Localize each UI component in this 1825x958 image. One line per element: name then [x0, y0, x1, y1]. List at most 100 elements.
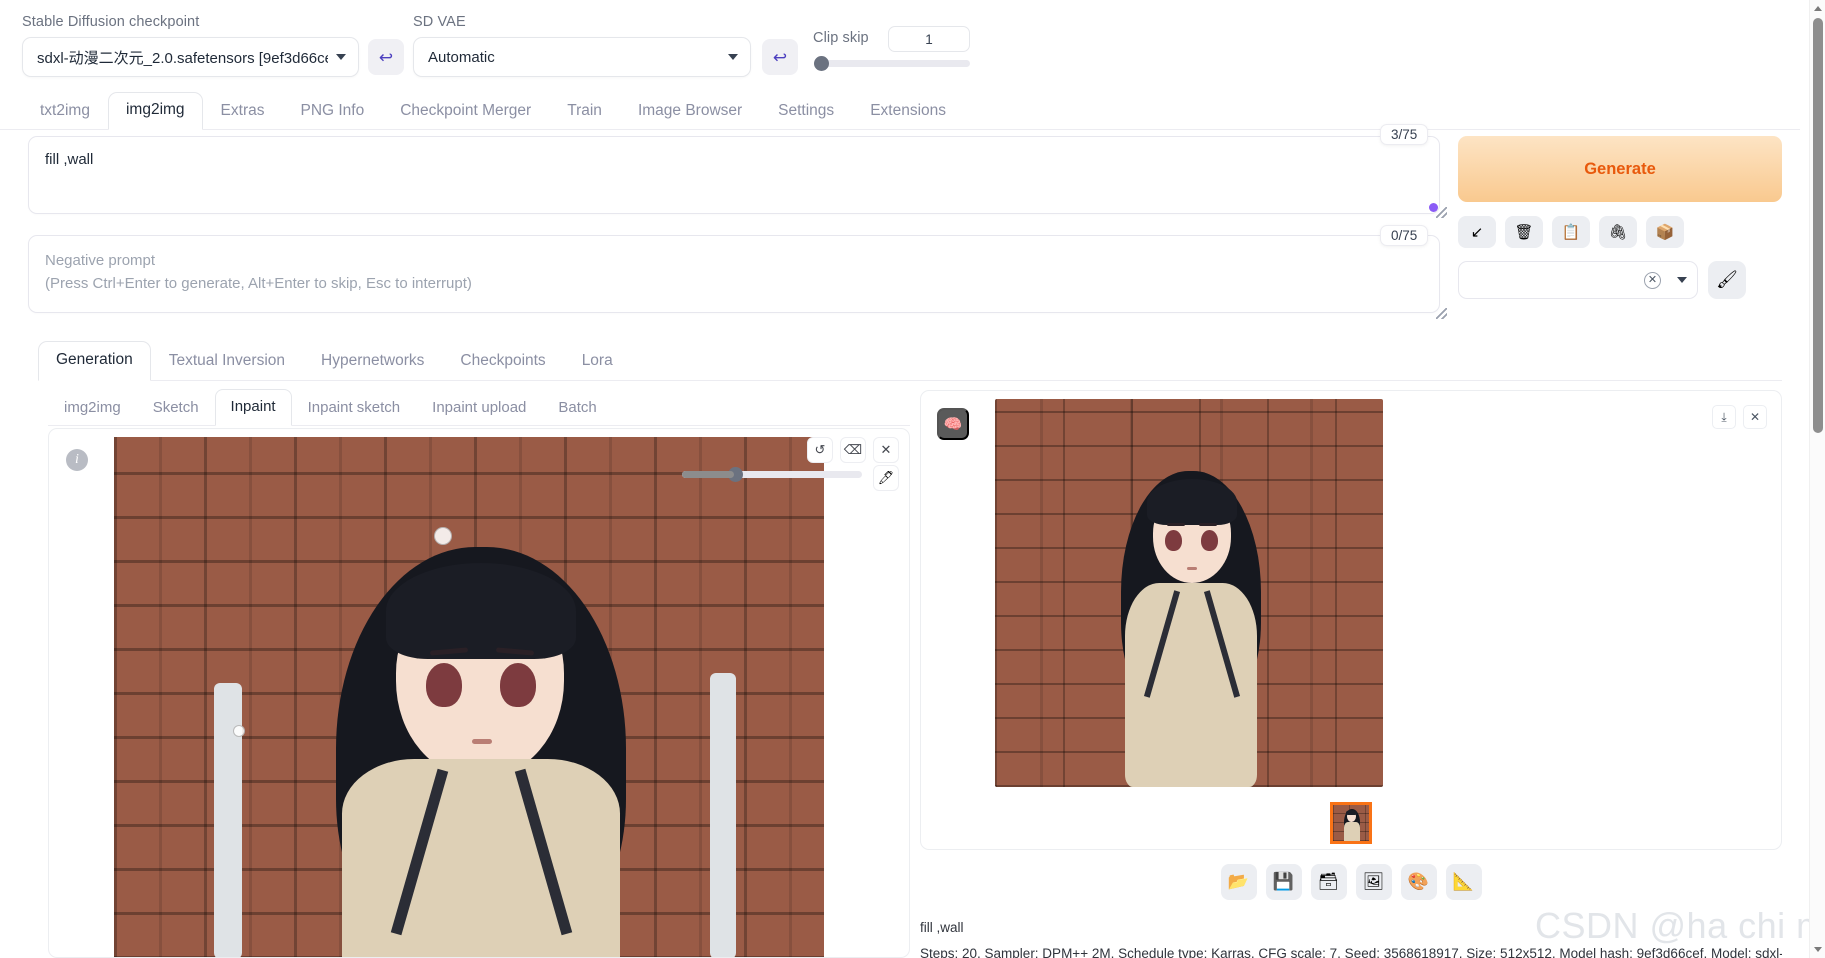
tab-generation[interactable]: Generation [38, 341, 151, 381]
tab-img2img-mode[interactable]: img2img [48, 390, 137, 426]
main-tab-bar: txt2img img2img Extras PNG Info Checkpoi… [0, 92, 1800, 130]
package-icon: 📦 [1655, 223, 1675, 241]
tab-img2img[interactable]: img2img [107, 92, 203, 130]
undo-icon: ↺ [814, 442, 826, 457]
generation-info-params: Steps: 20, Sampler: DPM++ 2M, Schedule t… [920, 945, 1782, 958]
close-output-button[interactable]: ✕ [1743, 405, 1767, 429]
extra-networks-button[interactable]: 📦 [1646, 216, 1684, 248]
inpaint-canvas-panel[interactable]: i ↺ ⌫ ✕ 🖊 [48, 428, 910, 958]
scroll-down-icon[interactable] [1814, 947, 1822, 952]
brain-split-button[interactable]: 🧠 [937, 408, 969, 440]
eraser-icon: ⌫ [843, 442, 863, 457]
clear-canvas-button[interactable]: ✕ [873, 437, 899, 463]
module-tab-bar: Generation Textual Inversion Hypernetwor… [38, 340, 1782, 381]
tab-checkpoint-merger[interactable]: Checkpoint Merger [382, 93, 549, 130]
download-button[interactable]: ⤓ [1712, 405, 1736, 429]
prompt-resize-grip[interactable] [1436, 207, 1447, 218]
clipboard-icon: 📋 [1561, 223, 1581, 241]
character-illustration [995, 399, 1383, 787]
canvas-tool-row: ↺ ⌫ ✕ [807, 437, 899, 463]
restore-progress-button[interactable]: ↙ [1458, 216, 1496, 248]
chevron-down-icon [728, 54, 738, 60]
inpaint-source-image[interactable] [114, 437, 824, 957]
styles-select[interactable]: ✕ [1458, 261, 1698, 299]
tab-batch[interactable]: Batch [542, 390, 612, 426]
negative-prompt-placeholder-line2: (Press Ctrl+Enter to generate, Alt+Enter… [45, 274, 472, 292]
apply-style-button[interactable]: 🖇 [1599, 216, 1637, 248]
page-scrollbar[interactable] [1809, 0, 1825, 958]
tab-hypernetworks[interactable]: Hypernetworks [303, 342, 442, 381]
refresh-vae-button[interactable]: ↩ [762, 39, 798, 75]
tab-inpaint[interactable]: Inpaint [214, 389, 292, 426]
clip-skip-label: Clip skip [813, 30, 869, 46]
gallery-thumbnail[interactable] [1330, 802, 1372, 844]
tab-textual-inversion[interactable]: Textual Inversion [151, 342, 303, 381]
mode-tab-bar: img2img Sketch Inpaint Inpaint sketch In… [48, 388, 910, 426]
prompt-input[interactable]: fill ,wall [28, 136, 1440, 214]
tab-settings[interactable]: Settings [760, 93, 852, 130]
save-zip-button[interactable]: 🗃 [1310, 864, 1347, 900]
checkpoint-value: sdxl-动漫二次元_2.0.safetensors [9ef3d66cef] [37, 49, 328, 67]
save-icon: 💾 [1272, 872, 1295, 891]
vae-label: SD VAE [413, 14, 466, 30]
info-icon[interactable]: i [66, 449, 88, 471]
clear-prompt-button[interactable]: 🗑 [1505, 216, 1543, 248]
character-illustration [114, 437, 824, 957]
brush-size-slider[interactable] [682, 467, 862, 482]
scroll-up-icon[interactable] [1814, 6, 1822, 11]
send-to-extras-icon: 📐 [1452, 872, 1475, 891]
brush-cursor-secondary [233, 725, 245, 737]
tab-txt2img[interactable]: txt2img [22, 93, 108, 130]
generate-column: Generate ↙ 🗑 📋 🖇 📦 ✕ 🖌 [1458, 136, 1782, 299]
tab-extensions[interactable]: Extensions [852, 93, 964, 130]
send-to-inpaint-button[interactable]: 🎨 [1400, 864, 1437, 900]
negative-prompt-input[interactable]: Negative prompt (Press Ctrl+Enter to gen… [28, 235, 1440, 313]
tab-png-info[interactable]: PNG Info [282, 93, 382, 130]
arrow-down-left-icon: ↙ [1470, 223, 1484, 241]
paste-params-button[interactable]: 📋 [1552, 216, 1590, 248]
tab-sketch[interactable]: Sketch [137, 390, 215, 426]
tab-lora[interactable]: Lora [564, 342, 631, 381]
prompt-value: fill ,wall [45, 151, 94, 168]
vae-select[interactable]: Automatic [413, 37, 751, 77]
scrollbar-thumb[interactable] [1813, 18, 1823, 433]
close-icon: ✕ [1749, 410, 1761, 424]
tab-checkpoints[interactable]: Checkpoints [442, 342, 563, 381]
prompt-area: fill ,wall Negative prompt (Press Ctrl+E… [28, 136, 1440, 313]
checkpoint-select[interactable]: sdxl-动漫二次元_2.0.safetensors [9ef3d66cef] [22, 37, 359, 77]
clip-skip-slider[interactable] [814, 60, 970, 67]
paperclip-icon: 🖇 [1608, 223, 1628, 241]
download-icon: ⤓ [1721, 409, 1727, 424]
output-action-row: ⤓ ✕ [1712, 405, 1767, 429]
generation-info: fill ,wall Steps: 20, Sampler: DPM++ 2M,… [920, 918, 1782, 958]
arrow-left-hook-icon: ↩ [772, 47, 788, 67]
pen-icon: 🖊 [877, 470, 895, 485]
send-to-inpaint-icon: 🎨 [1407, 872, 1430, 891]
clear-styles-icon[interactable]: ✕ [1644, 271, 1661, 289]
negative-prompt-token-counter: 0/75 [1380, 225, 1429, 246]
undo-button[interactable]: ↺ [807, 437, 833, 463]
trash-icon: 🗑 [1514, 223, 1534, 241]
send-to-extras-button[interactable]: 📐 [1445, 864, 1482, 900]
brain-split-icon: 🧠 [943, 416, 963, 433]
clip-skip-slider-handle[interactable] [814, 56, 829, 71]
tab-extras[interactable]: Extras [203, 93, 283, 130]
generate-button[interactable]: Generate [1458, 136, 1782, 202]
tab-inpaint-upload[interactable]: Inpaint upload [416, 390, 542, 426]
eraser-button[interactable]: ⌫ [840, 437, 866, 463]
generated-image[interactable] [995, 399, 1383, 787]
chevron-down-icon [336, 54, 346, 60]
refresh-checkpoint-button[interactable]: ↩ [368, 39, 404, 75]
arrow-left-hook-icon: ↩ [378, 47, 394, 67]
pen-button[interactable]: 🖊 [873, 465, 899, 491]
open-folder-button[interactable]: 📂 [1220, 864, 1257, 900]
save-button[interactable]: 💾 [1265, 864, 1302, 900]
send-to-img2img-button[interactable]: 🖼 [1355, 864, 1392, 900]
tab-image-browser[interactable]: Image Browser [620, 93, 760, 130]
tab-train[interactable]: Train [549, 93, 620, 130]
clip-skip-value[interactable]: 1 [888, 26, 970, 52]
checkpoint-label: Stable Diffusion checkpoint [22, 14, 200, 30]
negative-prompt-resize-grip[interactable] [1436, 308, 1447, 319]
tab-inpaint-sketch[interactable]: Inpaint sketch [292, 390, 417, 426]
edit-styles-button[interactable]: 🖌 [1708, 261, 1746, 299]
